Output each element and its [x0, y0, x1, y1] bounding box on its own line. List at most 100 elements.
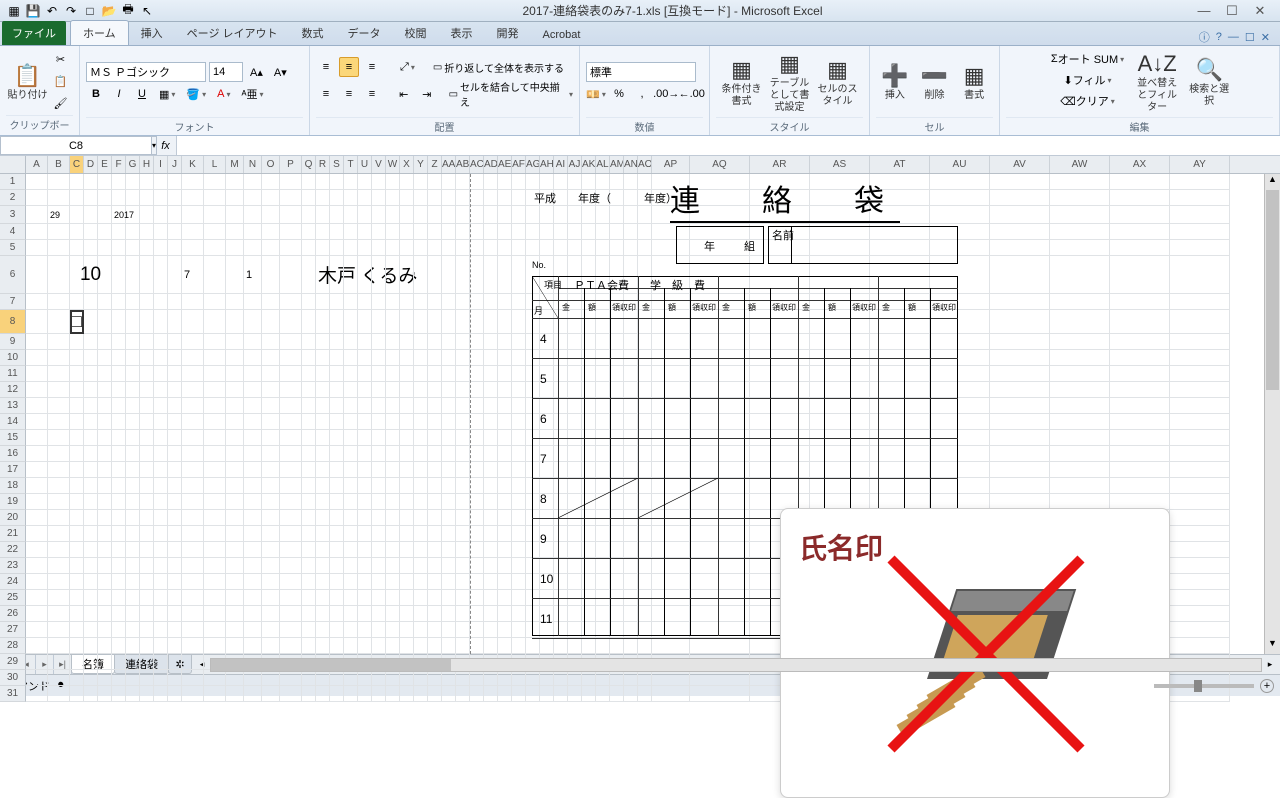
- cell[interactable]: [372, 430, 386, 446]
- cell[interactable]: [498, 590, 512, 606]
- cell[interactable]: [262, 430, 280, 446]
- cell[interactable]: [154, 558, 168, 574]
- cell[interactable]: [470, 334, 484, 350]
- increase-font-button[interactable]: A▴: [246, 62, 267, 82]
- cell[interactable]: [610, 494, 624, 510]
- cell[interactable]: [582, 478, 596, 494]
- cell[interactable]: [262, 398, 280, 414]
- cell[interactable]: [204, 622, 226, 638]
- cell[interactable]: [226, 558, 244, 574]
- cell[interactable]: [302, 478, 316, 494]
- cell[interactable]: [870, 174, 930, 190]
- cell[interactable]: [98, 398, 112, 414]
- cell[interactable]: [26, 526, 48, 542]
- cell[interactable]: [624, 430, 638, 446]
- cell[interactable]: [358, 366, 372, 382]
- cell[interactable]: [330, 294, 344, 310]
- cell[interactable]: [372, 606, 386, 622]
- cell[interactable]: [582, 638, 596, 654]
- cell[interactable]: [358, 686, 372, 702]
- cell[interactable]: [470, 526, 484, 542]
- cell[interactable]: [358, 334, 372, 350]
- cell[interactable]: [84, 638, 98, 654]
- cell[interactable]: [930, 256, 990, 294]
- cell[interactable]: [154, 174, 168, 190]
- cell[interactable]: [262, 446, 280, 462]
- cut-button[interactable]: ✂: [50, 49, 72, 69]
- cell[interactable]: [316, 574, 330, 590]
- cell[interactable]: [400, 526, 414, 542]
- cell[interactable]: [498, 190, 512, 206]
- cell[interactable]: [1110, 446, 1170, 462]
- cell[interactable]: [1170, 526, 1230, 542]
- cell[interactable]: [400, 240, 414, 256]
- cell[interactable]: [330, 310, 344, 334]
- row-header-9[interactable]: 9: [0, 334, 26, 350]
- cell[interactable]: [112, 590, 126, 606]
- cell[interactable]: [810, 350, 870, 366]
- cell[interactable]: [750, 382, 810, 398]
- cell[interactable]: [140, 574, 154, 590]
- cell[interactable]: [70, 542, 84, 558]
- cell[interactable]: [70, 366, 84, 382]
- cell[interactable]: [596, 446, 610, 462]
- cell[interactable]: [372, 542, 386, 558]
- cell[interactable]: [610, 240, 624, 256]
- tab-review[interactable]: 校閲: [393, 21, 439, 45]
- cell[interactable]: [358, 174, 372, 190]
- cell[interactable]: [484, 190, 498, 206]
- cell[interactable]: [484, 206, 498, 224]
- cell[interactable]: [182, 686, 204, 702]
- cell[interactable]: [26, 622, 48, 638]
- cell[interactable]: [330, 224, 344, 240]
- italic-button[interactable]: I: [109, 84, 129, 104]
- cell[interactable]: [48, 224, 70, 240]
- cell[interactable]: [456, 224, 470, 240]
- cell[interactable]: [112, 654, 126, 670]
- cell[interactable]: [48, 494, 70, 510]
- cell[interactable]: [372, 174, 386, 190]
- cell[interactable]: [1050, 446, 1110, 462]
- cell[interactable]: [204, 294, 226, 310]
- cell[interactable]: [344, 462, 358, 478]
- cell[interactable]: [526, 206, 540, 224]
- cell[interactable]: [302, 310, 316, 334]
- cell[interactable]: [154, 542, 168, 558]
- cell[interactable]: [154, 350, 168, 366]
- cell[interactable]: [344, 510, 358, 526]
- cell[interactable]: [226, 224, 244, 240]
- cell[interactable]: [442, 670, 456, 686]
- cell[interactable]: [470, 294, 484, 310]
- cell[interactable]: [456, 574, 470, 590]
- cell[interactable]: [582, 350, 596, 366]
- cell[interactable]: [442, 240, 456, 256]
- tab-data[interactable]: データ: [336, 21, 393, 45]
- cell[interactable]: [652, 606, 690, 622]
- cell[interactable]: [638, 310, 652, 334]
- cell[interactable]: [512, 574, 526, 590]
- cell[interactable]: [372, 638, 386, 654]
- cell[interactable]: [1170, 622, 1230, 638]
- cell[interactable]: [568, 494, 582, 510]
- cell[interactable]: [624, 350, 638, 366]
- cell[interactable]: [930, 414, 990, 430]
- cell[interactable]: [554, 478, 568, 494]
- cell[interactable]: [280, 224, 302, 240]
- cell[interactable]: [372, 366, 386, 382]
- cell[interactable]: [484, 240, 498, 256]
- cell[interactable]: [690, 350, 750, 366]
- cell[interactable]: [540, 206, 554, 224]
- cell[interactable]: [204, 430, 226, 446]
- cell[interactable]: [400, 542, 414, 558]
- cell[interactable]: [442, 350, 456, 366]
- cell[interactable]: [98, 590, 112, 606]
- cell[interactable]: [582, 622, 596, 638]
- tab-view[interactable]: 表示: [439, 21, 485, 45]
- cell[interactable]: [98, 310, 112, 334]
- cell[interactable]: [330, 558, 344, 574]
- cell[interactable]: [512, 174, 526, 190]
- cell[interactable]: [484, 686, 498, 702]
- cell[interactable]: [316, 310, 330, 334]
- cell[interactable]: [226, 310, 244, 334]
- cell[interactable]: [582, 310, 596, 334]
